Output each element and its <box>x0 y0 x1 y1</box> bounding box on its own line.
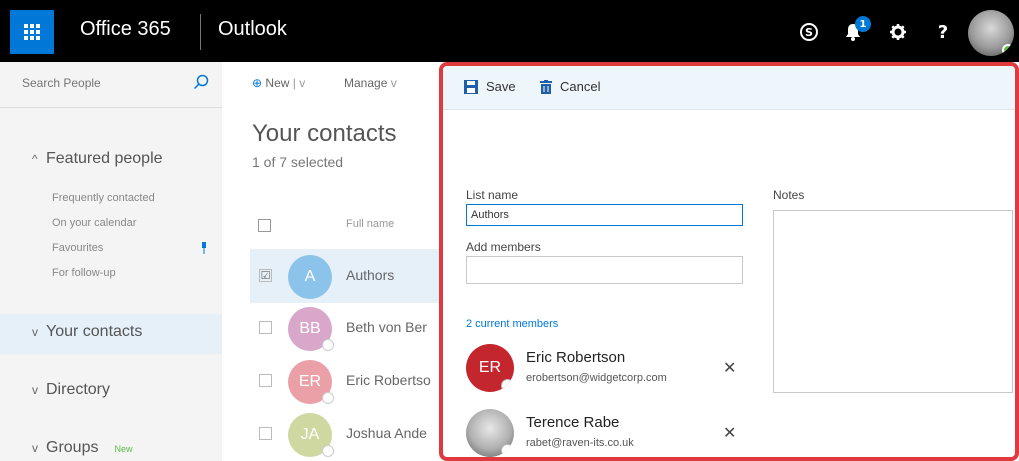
chevron-down-icon: v <box>32 383 38 397</box>
cancel-button[interactable]: Cancel <box>540 79 600 94</box>
page-title: Your contacts <box>252 120 397 147</box>
trash-icon <box>540 79 552 94</box>
your-contacts-label: Your contacts <box>46 323 143 340</box>
chevron-down-icon: v <box>32 441 38 455</box>
contact-initials: JA <box>300 426 320 443</box>
contact-name: Eric Robertso <box>346 372 431 388</box>
save-icon <box>464 79 478 94</box>
new-button[interactable]: ⊕ New | v <box>252 76 305 90</box>
top-bar: Office 365 Outlook S 1 ? <box>0 0 1019 62</box>
column-header-full-name[interactable]: Full name <box>346 218 394 230</box>
presence-indicator <box>322 445 334 457</box>
member-row: Terence Rabe rabet@raven-its.co.uk ✕ <box>466 409 756 457</box>
featured-people-header[interactable]: ^ Featured people <box>32 150 163 168</box>
member-row: ER Eric Robertson erobertson@widgetcorp.… <box>466 344 756 400</box>
groups-header[interactable]: v Groups New <box>32 439 132 457</box>
chevron-down-icon: v <box>390 76 397 90</box>
current-members-link[interactable]: 2 current members <box>466 318 558 330</box>
member-email: erobertson@widgetcorp.com <box>526 372 667 384</box>
new-label: New <box>265 76 290 90</box>
contact-avatar: A <box>288 255 332 299</box>
directory-header[interactable]: v Directory <box>32 381 110 399</box>
notes-textarea[interactable] <box>773 210 1013 393</box>
chevron-down-icon: v <box>32 325 38 339</box>
groups-new-tag: New <box>114 444 133 454</box>
nav-for-follow-up[interactable]: For follow-up <box>52 267 116 279</box>
edit-contact-list-panel: Save Cancel List name Add members Notes … <box>439 62 1019 461</box>
app-title[interactable]: Outlook <box>218 18 287 41</box>
remove-member-button[interactable]: ✕ <box>723 358 736 377</box>
notifications-button[interactable]: 1 <box>835 14 871 50</box>
row-checkbox[interactable] <box>259 374 272 387</box>
settings-button[interactable] <box>880 14 916 50</box>
manage-label: Manage <box>344 76 388 90</box>
member-initials: ER <box>478 359 502 376</box>
user-avatar[interactable] <box>968 10 1014 56</box>
contact-name: Authors <box>346 267 395 283</box>
contact-row[interactable]: BB Beth von Ber <box>250 301 440 355</box>
member-name: Eric Robertson <box>526 349 626 366</box>
brand-title[interactable]: Office 365 <box>80 18 171 41</box>
nav-favourites[interactable]: Favourites <box>52 242 103 254</box>
search-input[interactable] <box>22 76 182 90</box>
row-checkbox[interactable] <box>259 427 272 440</box>
member-email: rabet@raven-its.co.uk <box>526 437 634 449</box>
featured-people-label: Featured people <box>46 150 163 167</box>
selection-count: 1 of 7 selected <box>252 154 344 170</box>
directory-label: Directory <box>46 381 111 398</box>
search-box <box>0 62 222 108</box>
left-navigation: ^ Featured people Frequently contacted On… <box>0 62 222 461</box>
nav-frequently-contacted[interactable]: Frequently contacted <box>52 192 155 204</box>
presence-indicator <box>322 339 334 351</box>
your-contacts-header[interactable]: v Your contacts <box>32 323 142 341</box>
groups-label: Groups <box>46 439 99 456</box>
presence-indicator <box>501 379 514 392</box>
contact-name: Beth von Ber <box>346 319 427 335</box>
row-checkbox[interactable] <box>259 321 272 334</box>
member-avatar <box>466 409 514 457</box>
search-icon[interactable] <box>193 74 209 90</box>
contact-initials: BB <box>299 320 321 337</box>
plus-circle-icon: ⊕ <box>252 76 263 90</box>
chevron-up-icon: ^ <box>32 152 38 166</box>
panel-command-bar: Save Cancel <box>443 66 1015 110</box>
presence-indicator <box>322 392 334 404</box>
add-members-input[interactable] <box>466 256 743 284</box>
cancel-label: Cancel <box>560 79 601 94</box>
presence-indicator <box>1002 44 1014 56</box>
row-checkbox[interactable]: ☑ <box>259 269 272 282</box>
contact-row[interactable]: ☑ A Authors <box>250 249 440 303</box>
nav-on-your-calendar[interactable]: On your calendar <box>52 217 136 229</box>
member-name: Terence Rabe <box>526 414 620 431</box>
contact-name: Joshua Ande <box>346 425 427 441</box>
contact-avatar: JA <box>288 413 334 457</box>
contact-row[interactable]: JA Joshua Ande <box>250 407 440 461</box>
select-all-checkbox[interactable] <box>258 219 271 232</box>
help-button[interactable]: ? <box>925 14 961 50</box>
list-name-input[interactable] <box>466 204 743 226</box>
contact-avatar: BB <box>288 307 334 351</box>
skype-button[interactable]: S <box>791 14 827 50</box>
gear-icon <box>890 24 906 40</box>
skype-icon: S <box>800 23 818 41</box>
save-button[interactable]: Save <box>464 79 516 94</box>
contact-initials: ER <box>298 373 322 390</box>
pin-icon[interactable] <box>200 242 208 254</box>
header-divider <box>200 14 201 50</box>
presence-indicator <box>501 444 514 457</box>
new-dropdown-chevron-icon[interactable]: | v <box>293 76 305 90</box>
notes-label: Notes <box>773 188 805 202</box>
manage-button[interactable]: Manage v <box>344 76 397 90</box>
member-avatar: ER <box>466 344 514 392</box>
app-launcher-button[interactable] <box>10 10 54 54</box>
list-name-label: List name <box>466 188 519 202</box>
waffle-icon <box>24 24 40 40</box>
contact-row[interactable]: ER Eric Robertso <box>250 354 440 408</box>
add-members-label: Add members <box>466 240 541 254</box>
contact-initials: A <box>304 268 316 285</box>
notification-badge: 1 <box>855 16 871 32</box>
contact-avatar: ER <box>288 360 334 404</box>
save-label: Save <box>486 79 516 94</box>
remove-member-button[interactable]: ✕ <box>723 423 736 442</box>
